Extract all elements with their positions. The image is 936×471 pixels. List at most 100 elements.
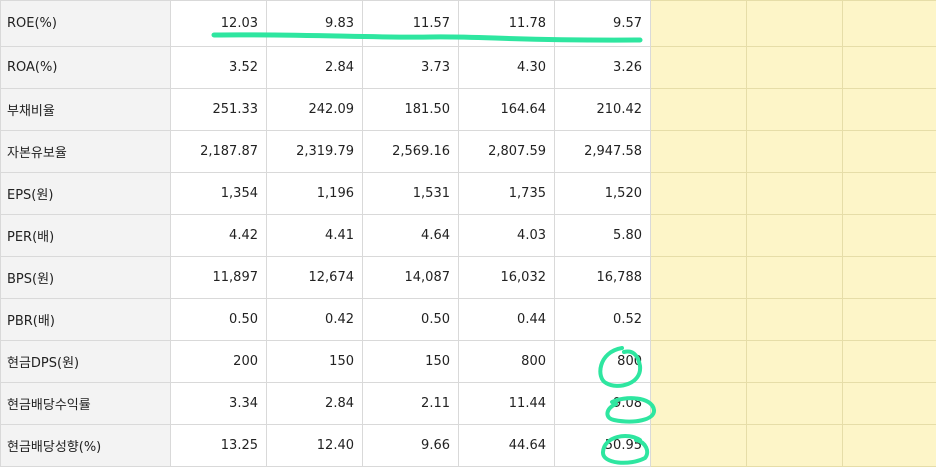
empty-cell (650, 172, 747, 215)
value-cell: 3.52 (170, 46, 267, 89)
value-cell: 2,947.58 (554, 130, 651, 173)
row-label: ROE(%) (0, 0, 171, 47)
empty-cell (842, 340, 936, 383)
empty-cell (650, 214, 747, 257)
row-label: 부채비율 (0, 88, 171, 131)
empty-cell (746, 424, 843, 467)
value-cell: 800 (554, 340, 651, 383)
empty-cell (650, 256, 747, 299)
value-cell: 181.50 (362, 88, 459, 131)
financial-ratio-table: ROE(%) 12.03 9.83 11.57 11.78 9.57 ROA(%) 3.52 2… (0, 0, 936, 467)
value-cell: 800 (458, 340, 555, 383)
value-cell: 5.80 (554, 214, 651, 257)
value-cell: 1,735 (458, 172, 555, 215)
empty-cell (650, 46, 747, 89)
empty-cell (746, 256, 843, 299)
value-cell: 12.03 (170, 0, 267, 47)
value-cell: 164.64 (458, 88, 555, 131)
value-cell: 4.64 (362, 214, 459, 257)
value-cell: 2,319.79 (266, 130, 363, 173)
row-label: 현금DPS(원) (0, 340, 171, 383)
value-cell: 150 (362, 340, 459, 383)
value-cell: 2.84 (266, 382, 363, 425)
value-cell: 3.26 (554, 46, 651, 89)
row-label: 자본유보율 (0, 130, 171, 173)
empty-cell (842, 214, 936, 257)
value-cell: 11.44 (458, 382, 555, 425)
empty-cell (842, 88, 936, 131)
value-cell: 2.11 (362, 382, 459, 425)
empty-cell (842, 0, 936, 47)
value-cell: 9.57 (554, 0, 651, 47)
empty-cell (746, 340, 843, 383)
value-cell: 16,788 (554, 256, 651, 299)
value-cell: 4.03 (458, 214, 555, 257)
value-cell: 9.66 (362, 424, 459, 467)
value-cell: 50.95 (554, 424, 651, 467)
value-cell: 14,087 (362, 256, 459, 299)
empty-cell (842, 130, 936, 173)
table-row: 부채비율 251.33 242.09 181.50 164.64 210.42 (0, 88, 936, 131)
value-cell: 12,674 (266, 256, 363, 299)
value-cell: 1,196 (266, 172, 363, 215)
row-label: PER(배) (0, 214, 171, 257)
value-cell: 13.25 (170, 424, 267, 467)
value-cell: 11,897 (170, 256, 267, 299)
value-cell: 9.83 (266, 0, 363, 47)
empty-cell (746, 130, 843, 173)
empty-cell (650, 88, 747, 131)
value-cell: 0.44 (458, 298, 555, 341)
empty-cell (842, 46, 936, 89)
table-row: PER(배) 4.42 4.41 4.64 4.03 5.80 (0, 214, 936, 257)
table-row: EPS(원) 1,354 1,196 1,531 1,735 1,520 (0, 172, 936, 215)
value-cell: 9.08 (554, 382, 651, 425)
empty-cell (650, 382, 747, 425)
empty-cell (842, 298, 936, 341)
empty-cell (746, 172, 843, 215)
value-cell: 150 (266, 340, 363, 383)
empty-cell (746, 382, 843, 425)
row-label: 현금배당수익률 (0, 382, 171, 425)
value-cell: 11.78 (458, 0, 555, 47)
value-cell: 0.52 (554, 298, 651, 341)
value-cell: 3.34 (170, 382, 267, 425)
empty-cell (650, 298, 747, 341)
table-row: ROE(%) 12.03 9.83 11.57 11.78 9.57 (0, 0, 936, 47)
value-cell: 200 (170, 340, 267, 383)
value-cell: 4.42 (170, 214, 267, 257)
value-cell: 2,187.87 (170, 130, 267, 173)
value-cell: 2,569.16 (362, 130, 459, 173)
value-cell: 242.09 (266, 88, 363, 131)
empty-cell (650, 0, 747, 47)
empty-cell (746, 214, 843, 257)
value-cell: 4.41 (266, 214, 363, 257)
value-cell: 3.73 (362, 46, 459, 89)
table-row: 현금DPS(원) 200 150 150 800 800 (0, 340, 936, 383)
value-cell: 4.30 (458, 46, 555, 89)
empty-cell (746, 88, 843, 131)
table-row: 자본유보율 2,187.87 2,319.79 2,569.16 2,807.59 2,9… (0, 130, 936, 173)
empty-cell (746, 0, 843, 47)
empty-cell (842, 256, 936, 299)
value-cell: 1,520 (554, 172, 651, 215)
empty-cell (650, 130, 747, 173)
row-label: BPS(원) (0, 256, 171, 299)
value-cell: 11.57 (362, 0, 459, 47)
value-cell: 2.84 (266, 46, 363, 89)
table-row: ROA(%) 3.52 2.84 3.73 4.30 3.26 (0, 46, 936, 89)
table-row: PBR(배) 0.50 0.42 0.50 0.44 0.52 (0, 298, 936, 341)
value-cell: 2,807.59 (458, 130, 555, 173)
empty-cell (746, 46, 843, 89)
empty-cell (650, 340, 747, 383)
value-cell: 210.42 (554, 88, 651, 131)
value-cell: 0.50 (362, 298, 459, 341)
value-cell: 44.64 (458, 424, 555, 467)
value-cell: 12.40 (266, 424, 363, 467)
row-label: ROA(%) (0, 46, 171, 89)
value-cell: 1,531 (362, 172, 459, 215)
row-label: PBR(배) (0, 298, 171, 341)
value-cell: 16,032 (458, 256, 555, 299)
empty-cell (746, 298, 843, 341)
table-row: 현금배당성향(%) 13.25 12.40 9.66 44.64 50.95 (0, 424, 936, 467)
empty-cell (842, 382, 936, 425)
